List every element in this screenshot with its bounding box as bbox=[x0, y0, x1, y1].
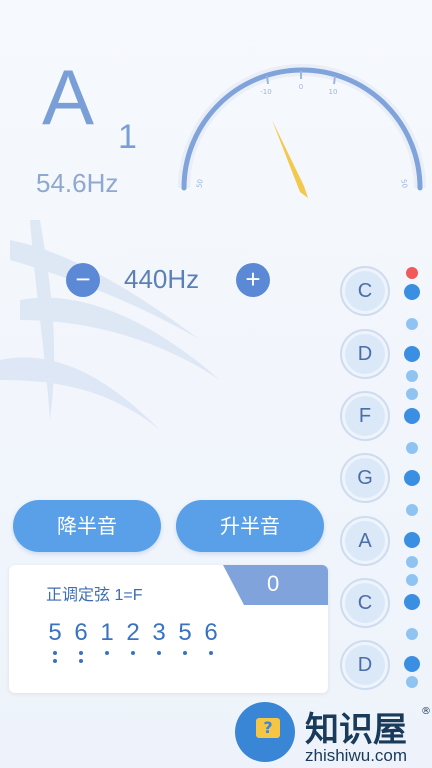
low-octave-dot bbox=[79, 659, 83, 663]
tuning-card: 正调定弦 1=F 0 5 6 1 2 3 5 6 bbox=[9, 565, 328, 693]
count-value: 0 bbox=[267, 571, 280, 596]
gauge-label-minus10: -10 bbox=[260, 88, 271, 96]
string-button-c-low[interactable]: C bbox=[340, 578, 390, 628]
tuning-title: 正调定弦 1=F bbox=[46, 587, 143, 604]
low-octave-dot bbox=[183, 651, 187, 655]
string-indicator bbox=[404, 594, 420, 610]
low-octave-dot bbox=[131, 651, 135, 655]
low-octave-dot bbox=[209, 651, 213, 655]
signal-indicator-alert bbox=[406, 267, 418, 279]
string-indicator bbox=[406, 370, 418, 382]
string-selector: C D F G A C D bbox=[338, 262, 432, 692]
string-button-d-high[interactable]: D bbox=[340, 329, 390, 379]
low-octave-dot bbox=[105, 651, 109, 655]
string-indicator bbox=[404, 656, 420, 672]
plus-icon: + bbox=[245, 264, 261, 294]
semitone-up-button[interactable]: 升半音 bbox=[176, 500, 324, 552]
notation-digit: 1 bbox=[100, 619, 114, 646]
reference-pitch-value: 440Hz bbox=[124, 264, 200, 294]
gauge-label-right: 50 bbox=[399, 179, 408, 189]
bamboo-decoration bbox=[0, 220, 220, 430]
question-monitor-icon: ? bbox=[235, 702, 295, 762]
low-octave-dot bbox=[79, 651, 83, 655]
gauge-needle bbox=[272, 120, 308, 198]
string-indicator bbox=[404, 284, 420, 300]
string-indicator bbox=[406, 504, 418, 516]
notation-digit: 3 bbox=[152, 619, 166, 646]
frequency-readout: 54.6Hz bbox=[36, 168, 119, 198]
string-button-d-low[interactable]: D bbox=[340, 640, 390, 690]
gauge-label-plus10: 10 bbox=[329, 88, 338, 96]
semitone-down-button[interactable]: 降半音 bbox=[13, 500, 161, 552]
site-watermark: ? 知识屋 ® zhishiwu.com bbox=[233, 700, 432, 768]
decrease-reference-button[interactable]: − bbox=[66, 263, 100, 297]
string-indicator bbox=[406, 318, 418, 330]
string-indicator bbox=[406, 442, 418, 454]
registered-mark: ® bbox=[421, 706, 431, 717]
string-button-a[interactable]: A bbox=[340, 516, 390, 566]
gauge-label-left: 50 bbox=[195, 179, 204, 189]
notation-digit: 5 bbox=[48, 619, 62, 646]
low-octave-dot bbox=[157, 651, 161, 655]
tuning-gauge: -10 0 10 50 50 bbox=[178, 64, 426, 198]
increase-reference-button[interactable]: + bbox=[236, 263, 270, 297]
notation-digit: 6 bbox=[74, 619, 88, 646]
watermark-title: 知识屋 bbox=[305, 710, 407, 750]
string-indicator bbox=[404, 346, 420, 362]
string-indicator bbox=[404, 470, 420, 486]
string-button-g[interactable]: G bbox=[340, 453, 390, 503]
string-indicator bbox=[406, 388, 418, 400]
watermark-url: zhishiwu.com bbox=[305, 746, 408, 765]
notation-digit: 2 bbox=[126, 619, 140, 646]
low-octave-dot bbox=[53, 659, 57, 663]
notation-digit: 5 bbox=[178, 619, 192, 646]
reference-pitch-control: − 440Hz + bbox=[66, 263, 276, 297]
minus-icon: − bbox=[75, 264, 91, 294]
string-indicator bbox=[406, 676, 418, 688]
string-button-f[interactable]: F bbox=[340, 391, 390, 441]
string-indicator bbox=[404, 532, 420, 548]
octave-number: 1 bbox=[118, 118, 137, 156]
string-indicator bbox=[406, 574, 418, 586]
gauge-label-zero: 0 bbox=[299, 83, 303, 91]
tuning-notation: 5 6 1 2 3 5 6 bbox=[45, 619, 245, 669]
string-button-c-high[interactable]: C bbox=[340, 266, 390, 316]
string-indicator bbox=[406, 556, 418, 568]
low-octave-dot bbox=[53, 651, 57, 655]
notation-digit: 6 bbox=[204, 619, 218, 646]
string-indicator bbox=[404, 408, 420, 424]
note-name: A bbox=[42, 53, 95, 141]
string-indicator bbox=[406, 628, 418, 640]
